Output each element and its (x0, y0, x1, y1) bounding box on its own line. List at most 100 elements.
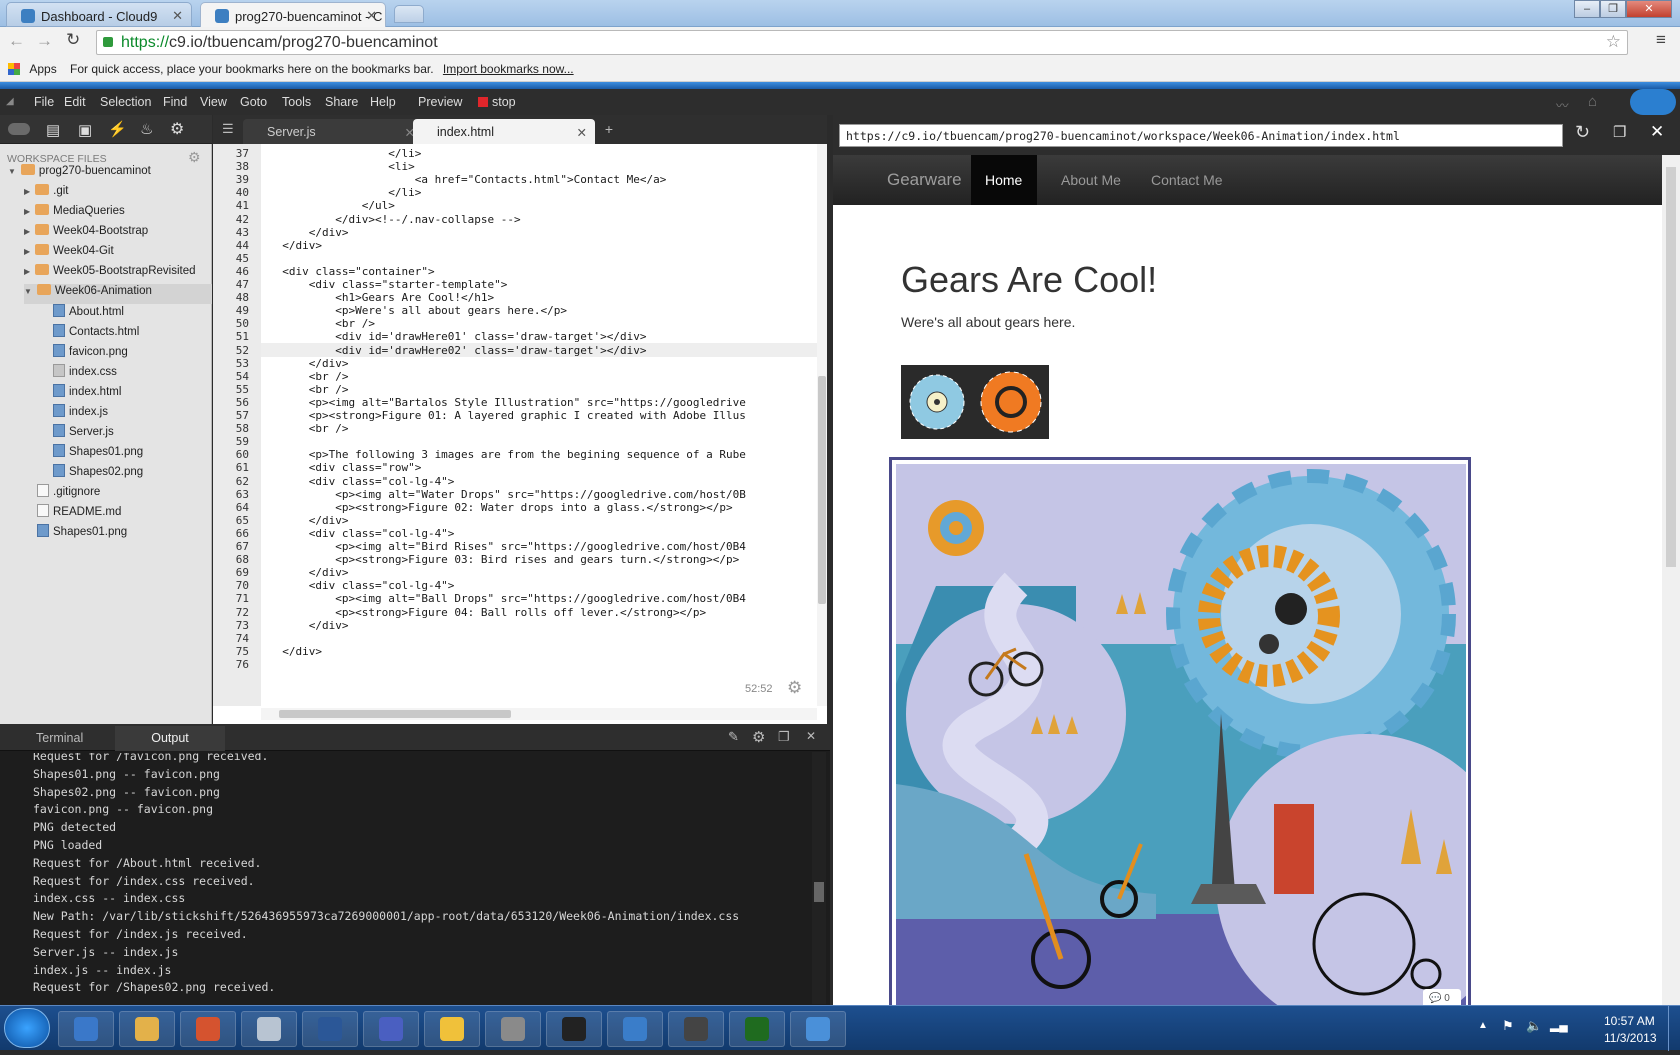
run-icon[interactable]: ⚡ (108, 120, 127, 138)
start-button[interactable] (4, 1008, 50, 1048)
expanded-arrow-icon[interactable]: ▼ (24, 287, 32, 296)
menu-find[interactable]: Find (163, 95, 187, 109)
menu-share[interactable]: Share (325, 95, 358, 109)
navigate-icon[interactable]: ▣ (78, 121, 92, 139)
scroll-thumb[interactable] (814, 882, 824, 902)
back-arrow-icon[interactable]: ← (8, 31, 25, 51)
clear-output-icon[interactable]: ✎ (728, 729, 739, 745)
tray-flag-icon[interactable]: ⚑ (1502, 1018, 1514, 1034)
tree-item[interactable]: ▶ .git (24, 184, 69, 204)
paint-tool-icon[interactable] (241, 1011, 297, 1047)
editor-settings-gear-icon[interactable]: ⚙ (787, 678, 802, 698)
dreamweaver-icon[interactable] (729, 1011, 785, 1047)
tree-item[interactable]: Shapes02.png (40, 464, 143, 484)
console-settings-gear-icon[interactable]: ⚙ (752, 728, 765, 746)
nav-about-me[interactable]: About Me (1061, 172, 1121, 188)
collapsed-arrow-icon[interactable]: ▶ (24, 247, 30, 256)
show-desktop-button[interactable] (1668, 1006, 1680, 1051)
editor-tab-index-html[interactable]: index.html ✕ (413, 119, 595, 144)
stop-button[interactable]: stop (492, 95, 516, 109)
new-tab-plus-icon[interactable]: + (595, 121, 623, 137)
vertical-scrollbar[interactable] (817, 144, 827, 706)
debug-icon[interactable]: ♨ (140, 120, 153, 138)
tree-item[interactable]: ▼ Week06-Animation (24, 284, 212, 304)
tab-list-icon[interactable]: ☰ (222, 121, 234, 137)
scroll-thumb[interactable] (818, 376, 826, 604)
tree-item[interactable]: ▶ Week04-Git (24, 244, 114, 264)
tree-item[interactable]: Server.js (40, 424, 114, 444)
reload-icon[interactable]: ↻ (66, 30, 80, 50)
menu-tools[interactable]: Tools (282, 95, 311, 109)
command-prompt-icon[interactable] (546, 1011, 602, 1047)
tab-terminal[interactable]: Terminal (36, 731, 83, 745)
files-icon[interactable]: ▤ (46, 121, 60, 139)
close-panel-icon[interactable]: ✕ (806, 729, 816, 743)
tree-item[interactable]: ▶ Week04-Bootstrap (24, 224, 148, 244)
tree-item[interactable]: About.html (40, 304, 124, 324)
tree-item[interactable]: README.md (24, 504, 121, 524)
preview-scrollbar[interactable] (1662, 155, 1680, 1005)
expanded-arrow-icon[interactable]: ▼ (8, 167, 16, 176)
menu-selection[interactable]: Selection (100, 95, 151, 109)
output-scrollbar[interactable] (812, 752, 826, 1004)
menu-help[interactable]: Help (370, 95, 396, 109)
collapsed-arrow-icon[interactable]: ▶ (24, 267, 30, 276)
menu-file[interactable]: File (34, 95, 54, 109)
menu-edit[interactable]: Edit (64, 95, 86, 109)
tab-output[interactable]: Output (115, 726, 225, 751)
import-bookmarks-link[interactable]: Import bookmarks now... (443, 62, 574, 76)
restore-window-button[interactable]: ❐ (1600, 0, 1626, 18)
text-tool-icon[interactable] (607, 1011, 663, 1047)
close-tab-icon[interactable]: ✕ (172, 8, 183, 24)
file-explorer-icon[interactable] (119, 1011, 175, 1047)
settings-gear-icon[interactable]: ⚙ (170, 119, 184, 139)
stop-icon[interactable] (478, 97, 488, 107)
close-editor-tab-icon[interactable]: ✕ (577, 125, 587, 140)
preview-reload-icon[interactable]: ↻ (1575, 122, 1590, 143)
editor-tab-server-js[interactable]: Server.js ✕ (243, 119, 423, 144)
tree-item[interactable]: index.html (40, 384, 121, 404)
chrome-icon[interactable] (424, 1011, 480, 1047)
tray-volume-icon[interactable]: 🔈 (1526, 1018, 1542, 1034)
tree-item[interactable]: favicon.png (40, 344, 128, 364)
tree-settings-gear-icon[interactable]: ⚙ (188, 149, 201, 166)
forward-arrow-icon[interactable]: → (36, 31, 53, 51)
address-bar[interactable]: https://c9.io/tbuencam/prog270-buencamin… (96, 30, 1628, 55)
blue-app-icon[interactable] (790, 1011, 846, 1047)
horizontal-scrollbar[interactable] (261, 708, 817, 720)
new-tab-button[interactable] (394, 5, 424, 23)
cloud-icon[interactable] (8, 123, 30, 135)
tree-item[interactable]: Shapes01.png (24, 524, 127, 544)
home-icon[interactable]: ⌂ (1588, 93, 1597, 110)
tree-item[interactable]: ▶ Week05-BootstrapRevisited (24, 264, 196, 284)
minimize-window-button[interactable]: – (1574, 0, 1600, 18)
collapsed-arrow-icon[interactable]: ▶ (24, 207, 30, 216)
tree-item[interactable]: Shapes01.png (40, 444, 143, 464)
close-window-button[interactable]: ✕ (1626, 0, 1672, 18)
apps-link[interactable]: Apps (29, 62, 56, 76)
collapsed-arrow-icon[interactable]: ▶ (24, 227, 30, 236)
site-brand[interactable]: Gearware (887, 170, 962, 190)
comment-badge[interactable]: 💬 0 (1423, 989, 1461, 1005)
preview-close-icon[interactable]: ✕ (1650, 122, 1664, 142)
chrome-menu-icon[interactable]: ≡ (1656, 30, 1666, 50)
close-tab-icon[interactable]: ✕ (366, 8, 377, 24)
menu-goto[interactable]: Goto (240, 95, 267, 109)
nav-contact-me[interactable]: Contact Me (1151, 172, 1223, 188)
feather-app-icon[interactable] (668, 1011, 724, 1047)
media-player-icon[interactable] (180, 1011, 236, 1047)
tray-network-icon[interactable]: ▂▄ (1550, 1018, 1568, 1032)
tree-item[interactable]: ▶ MediaQueries (24, 204, 125, 224)
scroll-thumb[interactable] (1666, 167, 1676, 567)
tree-item[interactable]: index.js (40, 404, 108, 424)
nav-home[interactable]: Home (985, 172, 1022, 188)
tree-item[interactable]: Contacts.html (40, 324, 139, 344)
infinity-app-icon[interactable] (363, 1011, 419, 1047)
clock-time[interactable]: 10:57 AM (1604, 1014, 1655, 1028)
menu-view[interactable]: View (200, 95, 227, 109)
collapse-arrow-icon[interactable]: ◢ (6, 96, 14, 107)
maximize-panel-icon[interactable]: ❐ (778, 729, 790, 745)
word-icon[interactable] (302, 1011, 358, 1047)
clock-date[interactable]: 11/3/2013 (1604, 1031, 1657, 1045)
internet-explorer-icon[interactable] (58, 1011, 114, 1047)
